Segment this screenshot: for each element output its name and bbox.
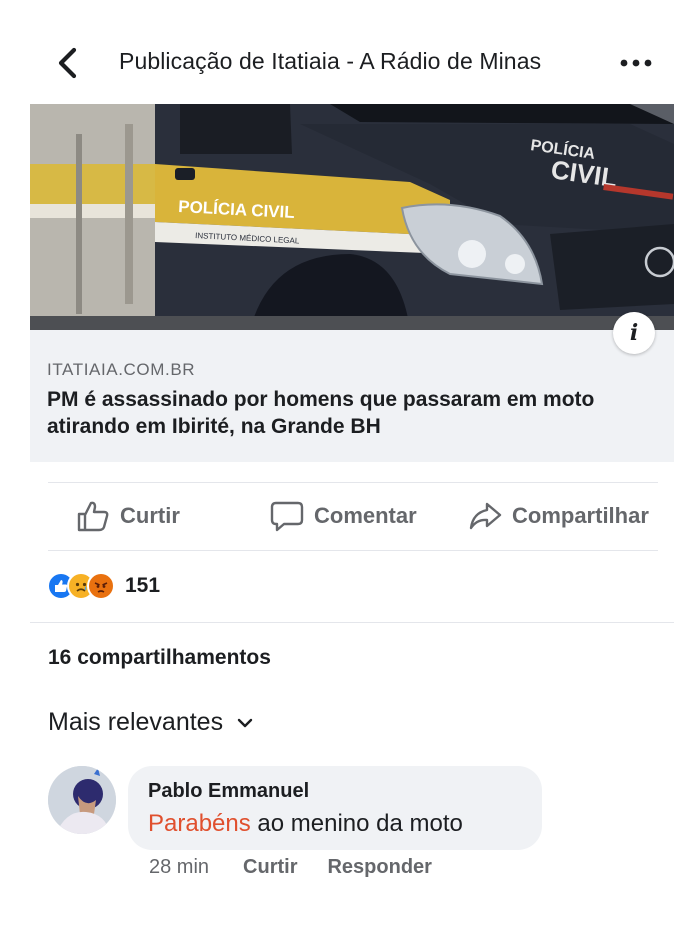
divider [48,550,658,551]
comment-sort-dropdown[interactable]: Mais relevantes [48,708,253,737]
comment-body: ao menino da moto [250,810,463,837]
comment-timestamp[interactable]: 28 min [149,856,209,879]
comment-bubble[interactable]: Pablo Emmanuel Parabéns ao menino da mot… [128,766,542,850]
top-bar: Publicação de Itatiaia - A Rádio de Mina… [0,0,700,104]
like-label: Curtir [120,503,180,528]
link-domain: ITATIAIA.COM.BR [47,360,196,379]
divider [30,622,674,623]
avatar[interactable] [48,766,116,834]
more-options-button[interactable] [618,48,654,78]
share-arrow-icon [469,502,502,530]
comment-like-button[interactable]: Curtir [243,856,297,879]
article-image: POLÍCIA CIVIL INSTITUTO MÉDICO LEGAL POL… [30,104,674,330]
chevron-left-icon [58,47,77,79]
like-button[interactable]: Curtir [76,484,180,548]
reaction-count: 151 [125,574,161,597]
comment: Pablo Emmanuel Parabéns ao menino da mot… [48,764,658,894]
share-label: Compartilhar [512,503,649,528]
ellipsis-icon [620,59,652,67]
reactions-summary[interactable]: 151 [47,570,160,602]
comment-button[interactable]: Comentar [270,484,417,548]
sort-label: Mais relevantes [48,708,224,736]
info-icon[interactable]: i [613,312,655,354]
chevron-down-icon [237,718,253,727]
comment-meta: 28 min Curtir Responder [149,856,432,879]
divider [48,482,658,483]
post-actions-bar: Curtir Comentar Compartilhar [48,484,678,548]
link-headline[interactable]: PM é assassinado por homens que passaram… [47,386,647,440]
tagged-word[interactable]: Parabéns [148,810,251,837]
link-preview-card[interactable]: POLÍCIA CIVIL INSTITUTO MÉDICO LEGAL POL… [30,104,674,462]
back-button[interactable] [50,44,84,82]
share-button[interactable]: Compartilhar [468,484,649,548]
thumbs-up-icon [77,501,109,532]
share-count[interactable]: 16 compartilhamentos [48,646,271,670]
comment-author[interactable]: Pablo Emmanuel [148,780,309,803]
page-title: Publicação de Itatiaia - A Rádio de Mina… [119,48,542,74]
comment-bubble-icon [270,501,304,532]
comment-text: Parabéns ao menino da moto [148,810,463,838]
comment-label: Comentar [314,503,417,528]
comment-reply-button[interactable]: Responder [327,856,431,879]
angry-reaction-icon [87,572,115,600]
